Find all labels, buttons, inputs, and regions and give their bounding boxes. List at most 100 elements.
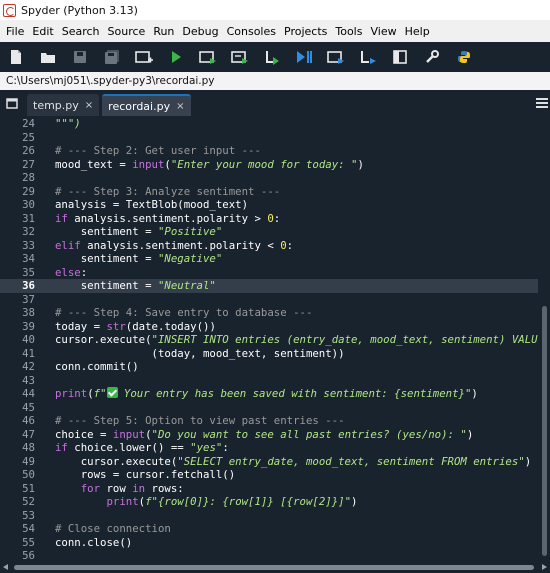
scroll-left-icon[interactable] — [3, 564, 8, 570]
code-text[interactable]: cursor.execute("SELECT entry_date, mood_… — [55, 455, 531, 469]
horizontal-scroll-thumb[interactable] — [14, 565, 534, 570]
code-text[interactable]: today = str(date.today()) — [55, 320, 216, 334]
code-line[interactable]: 46 # --- Step 5: Option to view past entr… — [0, 414, 538, 428]
run-selection-icon[interactable] — [256, 42, 288, 72]
code-line[interactable]: 38 # --- Step 4: Save entry to database -… — [0, 306, 538, 320]
menu-source[interactable]: Source — [104, 25, 150, 38]
save-all-icon[interactable] — [96, 42, 128, 72]
code-line[interactable]: 55 conn.close() — [0, 536, 538, 550]
code-text[interactable]: conn.close() — [55, 536, 132, 550]
tab-close-icon[interactable]: × — [176, 101, 184, 112]
code-line[interactable]: 34 sentiment = "Negative" — [0, 252, 538, 266]
code-line[interactable]: 25 — [0, 131, 538, 145]
save-icon[interactable] — [64, 42, 96, 72]
tab-recordai-py[interactable]: recordai.py × — [102, 94, 191, 116]
code-text[interactable]: print(f" Your entry has been saved with … — [55, 387, 478, 401]
code-line[interactable]: 36 sentiment = "Neutral" — [0, 279, 538, 293]
code-line[interactable]: 53 — [0, 509, 538, 523]
tools-wrench-icon[interactable] — [416, 42, 448, 72]
code-line[interactable]: 33 elif analysis.sentiment.polarity < 0: — [0, 239, 538, 253]
code-line[interactable]: 24 """) — [0, 117, 538, 131]
menu-view[interactable]: View — [366, 25, 400, 38]
code-text[interactable]: # --- Step 4: Save entry to database --- — [55, 306, 312, 320]
code-text[interactable]: conn.commit() — [55, 360, 139, 374]
code-text[interactable]: if choice.lower() == "yes": — [55, 441, 229, 455]
code-text[interactable]: mood_text = input("Enter your mood for t… — [55, 158, 364, 172]
browse-tabs-icon[interactable] — [0, 90, 24, 116]
vertical-scrollbar[interactable] — [538, 116, 550, 562]
code-line[interactable]: 41 (today, mood_text, sentiment)) — [0, 347, 538, 361]
code-line[interactable]: 50 rows = cursor.fetchall() — [0, 468, 538, 482]
code-line[interactable]: 26 # --- Step 2: Get user input --- — [0, 144, 538, 158]
code-line[interactable]: 32 sentiment = "Positive" — [0, 225, 538, 239]
options-menu-icon[interactable] — [536, 98, 548, 108]
python-path-icon[interactable] — [448, 42, 480, 72]
code-line[interactable]: 44 print(f" Your entry has been saved wit… — [0, 387, 538, 401]
code-line[interactable]: 42 conn.commit() — [0, 360, 538, 374]
vertical-scroll-thumb[interactable] — [542, 306, 547, 556]
code-text[interactable]: cursor.execute("INSERT INTO entries (ent… — [55, 333, 550, 347]
code-line[interactable]: 35 else: — [0, 266, 538, 280]
code-line[interactable]: 51 for row in rows: — [0, 482, 538, 496]
code-line[interactable]: 27 mood_text = input("Enter your mood for… — [0, 158, 538, 172]
debug-cell-icon[interactable] — [352, 42, 384, 72]
code-line[interactable]: 48 if choice.lower() == "yes": — [0, 441, 538, 455]
code-text[interactable]: # --- Step 3: Analyze sentiment --- — [55, 185, 280, 199]
code-line[interactable]: 47 choice = input("Do you want to see all… — [0, 428, 538, 442]
scroll-right-icon[interactable] — [542, 564, 547, 570]
menu-search[interactable]: Search — [58, 25, 104, 38]
run-cell-advance-icon[interactable] — [224, 42, 256, 72]
code-line[interactable]: 43 — [0, 374, 538, 388]
code-line[interactable]: 29 # --- Step 3: Analyze sentiment --- — [0, 185, 538, 199]
menu-file[interactable]: File — [2, 25, 28, 38]
code-line[interactable]: 54 # Close connection — [0, 522, 538, 536]
code-line[interactable]: 52 print(f"{row[0]}: {row[1]} [{row[2]}]… — [0, 495, 538, 509]
create-cell-icon[interactable] — [128, 42, 160, 72]
file-path-bar: C:\Users\mj051\.spyder-py3\recordai.py — [0, 72, 550, 90]
code-text[interactable]: sentiment = "Negative" — [55, 252, 223, 266]
code-text[interactable]: elif analysis.sentiment.polarity < 0: — [55, 239, 293, 253]
code-line[interactable]: 56 — [0, 549, 538, 562]
code-line[interactable]: 30 analysis = TextBlob(mood_text) — [0, 198, 538, 212]
new-file-icon[interactable] — [0, 42, 32, 72]
code-text[interactable]: # --- Step 2: Get user input --- — [55, 144, 261, 158]
menu-consoles[interactable]: Consoles — [223, 25, 280, 38]
code-line[interactable]: 49 cursor.execute("SELECT entry_date, mo… — [0, 455, 538, 469]
code-text[interactable]: else: — [55, 266, 87, 280]
code-line[interactable]: 39 today = str(date.today()) — [0, 320, 538, 334]
code-text[interactable]: # --- Step 5: Option to view past entrie… — [55, 414, 345, 428]
code-editor[interactable]: 24 """) 25 26 # --- Step 2: Get user input -… — [0, 116, 550, 562]
code-text[interactable]: analysis = TextBlob(mood_text) — [55, 198, 248, 212]
code-text[interactable]: sentiment = "Neutral" — [55, 279, 216, 293]
menu-run[interactable]: Run — [149, 25, 178, 38]
code-text[interactable]: if analysis.sentiment.polarity > 0: — [55, 212, 280, 226]
code-line[interactable]: 37 — [0, 293, 538, 307]
code-text[interactable]: for row in rows: — [55, 482, 184, 496]
code-text[interactable]: """) — [55, 117, 81, 131]
menu-projects[interactable]: Projects — [280, 25, 331, 38]
code-text[interactable]: rows = cursor.fetchall() — [55, 468, 235, 482]
tab-close-icon[interactable]: × — [85, 100, 93, 111]
run-icon[interactable] — [160, 42, 192, 72]
code-text[interactable]: # Close connection — [55, 522, 171, 536]
debug-icon[interactable] — [288, 42, 320, 72]
code-text[interactable]: sentiment = "Positive" — [55, 225, 223, 239]
run-cell-icon[interactable] — [192, 42, 224, 72]
code-line[interactable]: 31 if analysis.sentiment.polarity > 0: — [0, 212, 538, 226]
code-line[interactable]: 45 — [0, 401, 538, 415]
code-line[interactable]: 28 — [0, 171, 538, 185]
line-number: 46 — [22, 414, 35, 427]
run-to-line-icon[interactable] — [320, 42, 352, 72]
menu-edit[interactable]: Edit — [28, 25, 57, 38]
code-text[interactable]: print(f"{row[0]}: {row[1]} [{row[2]}]") — [55, 495, 357, 509]
tab-temp-py[interactable]: temp.py × — [27, 94, 100, 116]
code-text[interactable]: choice = input("Do you want to see all p… — [55, 428, 473, 442]
code-line[interactable]: 40 cursor.execute("INSERT INTO entries (e… — [0, 333, 550, 347]
menu-help[interactable]: Help — [401, 25, 434, 38]
maximize-pane-icon[interactable] — [384, 42, 416, 72]
horizontal-scrollbar[interactable] — [0, 562, 550, 573]
code-text[interactable]: (today, mood_text, sentiment)) — [55, 347, 345, 361]
menu-debug[interactable]: Debug — [178, 25, 222, 38]
menu-tools[interactable]: Tools — [331, 25, 366, 38]
open-folder-icon[interactable] — [32, 42, 64, 72]
